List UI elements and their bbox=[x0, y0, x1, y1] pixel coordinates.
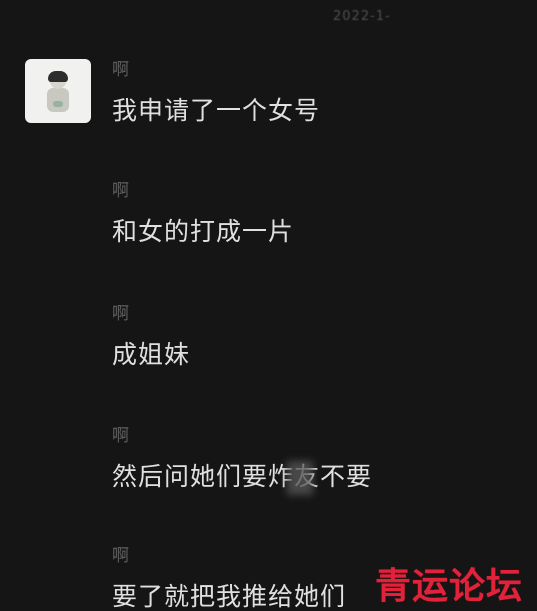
sender-name: 啊 bbox=[112, 60, 129, 80]
message-text: 要了就把我推给她们 bbox=[112, 582, 347, 611]
message-text: 和女的打成一片 bbox=[112, 217, 295, 246]
chat-message[interactable]: 啊 我申请了一个女号 bbox=[112, 60, 320, 126]
watermark-logo: 青运论坛 bbox=[374, 566, 523, 607]
message-text: 我申请了一个女号 bbox=[112, 96, 321, 125]
chat-message[interactable]: 啊 要了就把我推给她们 bbox=[112, 546, 346, 611]
chat-message[interactable]: 啊 然后问她们要炸友不要 bbox=[112, 426, 372, 492]
sender-name: 啊 bbox=[112, 304, 129, 324]
message-text: 成姐妹 bbox=[112, 340, 191, 369]
sender-name: 啊 bbox=[112, 426, 129, 446]
chat-screen: 2022-1- 啊 我申请了一个女号 啊 和女的打成一片 啊 成姐妹 啊 然后问… bbox=[0, 0, 537, 611]
avatar[interactable] bbox=[25, 59, 91, 123]
sender-name: 啊 bbox=[112, 181, 129, 201]
avatar-figure-icon bbox=[47, 71, 69, 113]
sender-name: 啊 bbox=[112, 546, 129, 566]
message-text: 然后问她们要炸友不要 bbox=[112, 462, 373, 491]
chat-message[interactable]: 啊 和女的打成一片 bbox=[112, 181, 294, 247]
censor-blur bbox=[287, 461, 313, 495]
chat-message[interactable]: 啊 成姐妹 bbox=[112, 304, 190, 370]
message-timestamp: 2022-1- bbox=[333, 9, 391, 24]
